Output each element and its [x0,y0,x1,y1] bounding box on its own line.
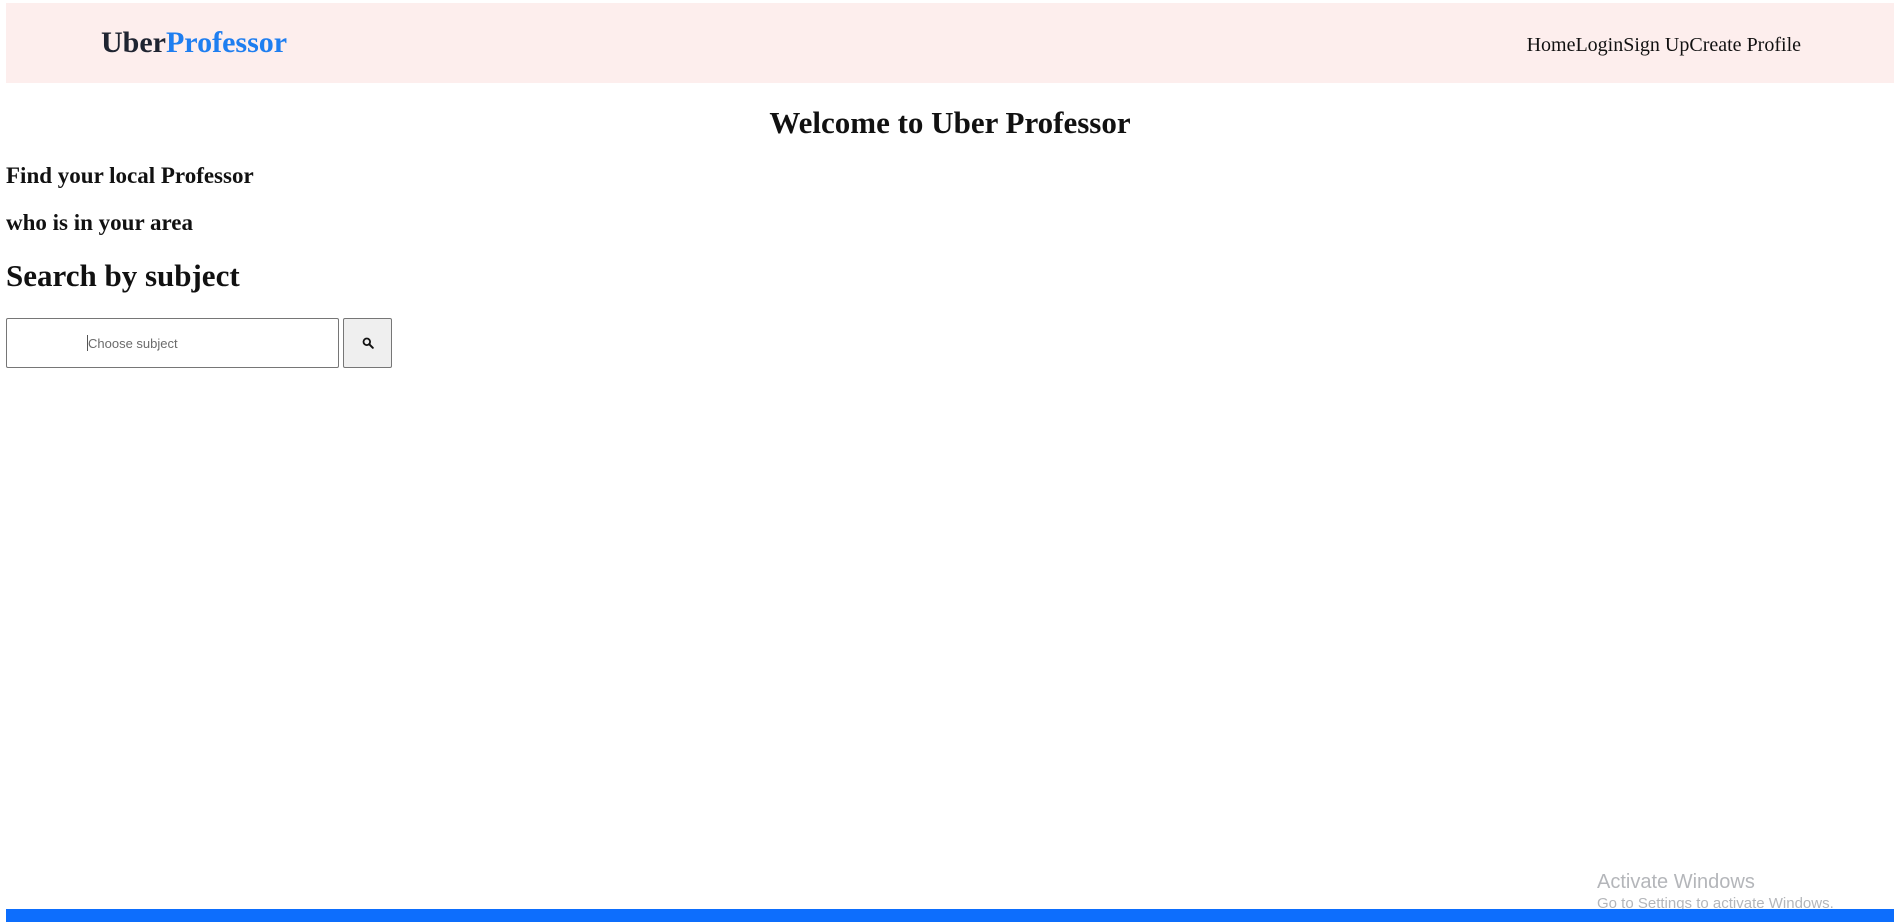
tagline-find-professor: Find your local Professor [6,163,254,188]
search-icon [362,337,374,349]
nav-links: Home Login Sign Up Create Profile [1527,33,1801,57]
nav-link-home[interactable]: Home [1527,33,1576,57]
windows-activation-watermark: Activate Windows Go to Settings to activ… [1597,870,1834,913]
subject-search-input[interactable] [6,318,339,368]
watermark-title: Activate Windows [1597,871,1755,893]
search-heading: Search by subject [6,258,240,293]
brand-logo[interactable]: UberProfessor [101,25,287,61]
welcome-heading: Welcome to Uber Professor [769,105,1131,140]
brand-name-uber: Uber [101,26,166,59]
nav-link-sign-up[interactable]: Sign Up [1623,33,1689,57]
search-button[interactable] [343,318,392,368]
nav-link-create-profile[interactable]: Create Profile [1689,33,1801,57]
nav-link-login[interactable]: Login [1575,33,1623,57]
text-caret [87,335,88,351]
navbar: UberProfessor Home Login Sign Up Create … [6,3,1894,83]
brand-name-professor: Professor [165,26,288,59]
tagline-in-your-area: who is in your area [6,210,194,235]
footer-bar [6,909,1894,922]
